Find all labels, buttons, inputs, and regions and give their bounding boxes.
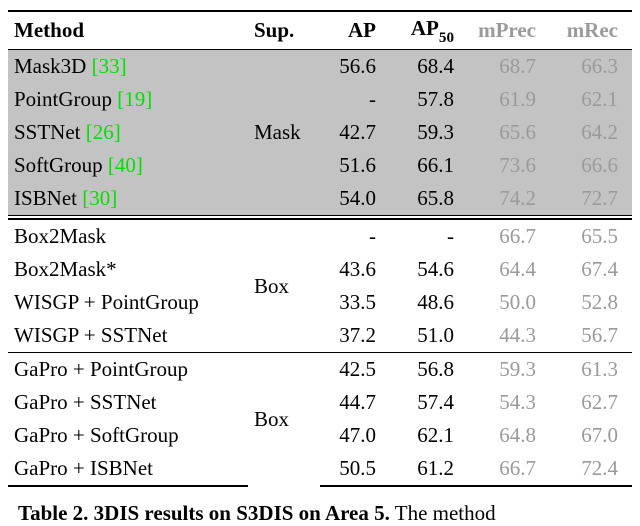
sup-cell: Box [248, 219, 320, 353]
mprec-cell: 54.3 [468, 386, 550, 419]
method-cell: GaPro + SSTNet [8, 386, 248, 419]
ap-cell: 56.6 [320, 50, 390, 84]
mprec-cell: 73.6 [468, 149, 550, 182]
method-cell: ISBNet [30] [8, 182, 248, 216]
caption-label: Table 2. 3DIS results on S3DIS on Area 5… [18, 501, 390, 525]
sup-cell: Box [248, 353, 320, 487]
ap50-cell: 62.1 [390, 419, 468, 452]
method-cell: Box2Mask* [8, 253, 248, 286]
ap-cell: 51.6 [320, 149, 390, 182]
ap50-cell: 65.8 [390, 182, 468, 216]
ap-cell: - [320, 83, 390, 116]
ap-cell: 42.7 [320, 116, 390, 149]
ap-cell: 47.0 [320, 419, 390, 452]
ap-cell: 43.6 [320, 253, 390, 286]
mrec-cell: 65.5 [550, 219, 632, 253]
method-cell: WISGP + SSTNet [8, 319, 248, 353]
sup-cell: Mask [248, 50, 320, 216]
mrec-cell: 64.2 [550, 116, 632, 149]
col-mprec: mPrec [468, 11, 550, 50]
table-row: Box2Mask Box--66.765.5 [8, 219, 632, 253]
citation: [19] [117, 87, 152, 111]
col-ap: AP [320, 11, 390, 50]
method-cell: Box2Mask [8, 219, 248, 253]
citation: [26] [86, 120, 121, 144]
method-cell: GaPro + PointGroup [8, 353, 248, 387]
mprec-cell: 64.8 [468, 419, 550, 452]
mrec-cell: 67.4 [550, 253, 632, 286]
ap50-cell: 66.1 [390, 149, 468, 182]
method-cell: PointGroup [19] [8, 83, 248, 116]
method-cell: SoftGroup [40] [8, 149, 248, 182]
table-row: WISGP + SSTNet 37.251.044.356.7 [8, 319, 632, 353]
table-container: Method Sup. AP AP50 mPrec mRec Mask3D [3… [0, 0, 640, 526]
mprec-cell: 59.3 [468, 353, 550, 387]
mprec-cell: 65.6 [468, 116, 550, 149]
table-row: GaPro + SSTNet 44.757.454.362.7 [8, 386, 632, 419]
ap50-cell: 68.4 [390, 50, 468, 84]
method-cell: WISGP + PointGroup [8, 286, 248, 319]
caption-rest: The method [390, 501, 496, 525]
table-row: Mask3D [33]Mask56.668.468.766.3 [8, 50, 632, 84]
mrec-cell: 66.3 [550, 50, 632, 84]
mprec-cell: 44.3 [468, 319, 550, 353]
mprec-cell: 74.2 [468, 182, 550, 216]
method-cell: GaPro + SoftGroup [8, 419, 248, 452]
ap50-cell: 48.6 [390, 286, 468, 319]
ap50-cell: 61.2 [390, 452, 468, 486]
col-ap50: AP50 [390, 11, 468, 50]
mprec-cell: 61.9 [468, 83, 550, 116]
citation: [30] [82, 186, 117, 210]
col-mrec: mRec [550, 11, 632, 50]
ap50-cell: 56.8 [390, 353, 468, 387]
mrec-cell: 61.3 [550, 353, 632, 387]
table-row: SSTNet [26] 42.759.365.664.2 [8, 116, 632, 149]
table-row: GaPro + PointGroup Box42.556.859.361.3 [8, 353, 632, 387]
ap-cell: - [320, 219, 390, 253]
mrec-cell: 72.7 [550, 182, 632, 216]
ap50-cell: - [390, 219, 468, 253]
ap50-cell: 57.8 [390, 83, 468, 116]
table-header-row: Method Sup. AP AP50 mPrec mRec [8, 11, 632, 50]
ap-cell: 33.5 [320, 286, 390, 319]
ap-cell: 44.7 [320, 386, 390, 419]
ap50-cell: 57.4 [390, 386, 468, 419]
col-method: Method [8, 11, 248, 50]
table-row: GaPro + ISBNet 50.561.266.772.4 [8, 452, 632, 486]
mrec-cell: 67.0 [550, 419, 632, 452]
mprec-cell: 66.7 [468, 452, 550, 486]
mprec-cell: 68.7 [468, 50, 550, 84]
table-row: ISBNet [30] 54.065.874.272.7 [8, 182, 632, 216]
ap50-cell: 51.0 [390, 319, 468, 353]
method-cell: GaPro + ISBNet [8, 452, 248, 486]
col-sup: Sup. [248, 11, 320, 50]
mprec-cell: 64.4 [468, 253, 550, 286]
table-row: WISGP + PointGroup 33.548.650.052.8 [8, 286, 632, 319]
mprec-cell: 50.0 [468, 286, 550, 319]
ap50-cell: 59.3 [390, 116, 468, 149]
ap-cell: 54.0 [320, 182, 390, 216]
mrec-cell: 72.4 [550, 452, 632, 486]
mprec-cell: 66.7 [468, 219, 550, 253]
ap-cell: 37.2 [320, 319, 390, 353]
table-caption: Table 2. 3DIS results on S3DIS on Area 5… [8, 487, 640, 526]
citation: [33] [92, 54, 127, 78]
results-table: Method Sup. AP AP50 mPrec mRec Mask3D [3… [8, 10, 632, 487]
method-cell: Mask3D [33] [8, 50, 248, 84]
mrec-cell: 62.7 [550, 386, 632, 419]
table-row: GaPro + SoftGroup 47.062.164.867.0 [8, 419, 632, 452]
ap50-cell: 54.6 [390, 253, 468, 286]
ap-cell: 42.5 [320, 353, 390, 387]
table-row: Box2Mask* 43.654.664.467.4 [8, 253, 632, 286]
mrec-cell: 66.6 [550, 149, 632, 182]
table-row: PointGroup [19] -57.861.962.1 [8, 83, 632, 116]
table-row: SoftGroup [40] 51.666.173.666.6 [8, 149, 632, 182]
mrec-cell: 56.7 [550, 319, 632, 353]
ap-cell: 50.5 [320, 452, 390, 486]
mrec-cell: 52.8 [550, 286, 632, 319]
citation: [40] [108, 153, 143, 177]
mrec-cell: 62.1 [550, 83, 632, 116]
method-cell: SSTNet [26] [8, 116, 248, 149]
